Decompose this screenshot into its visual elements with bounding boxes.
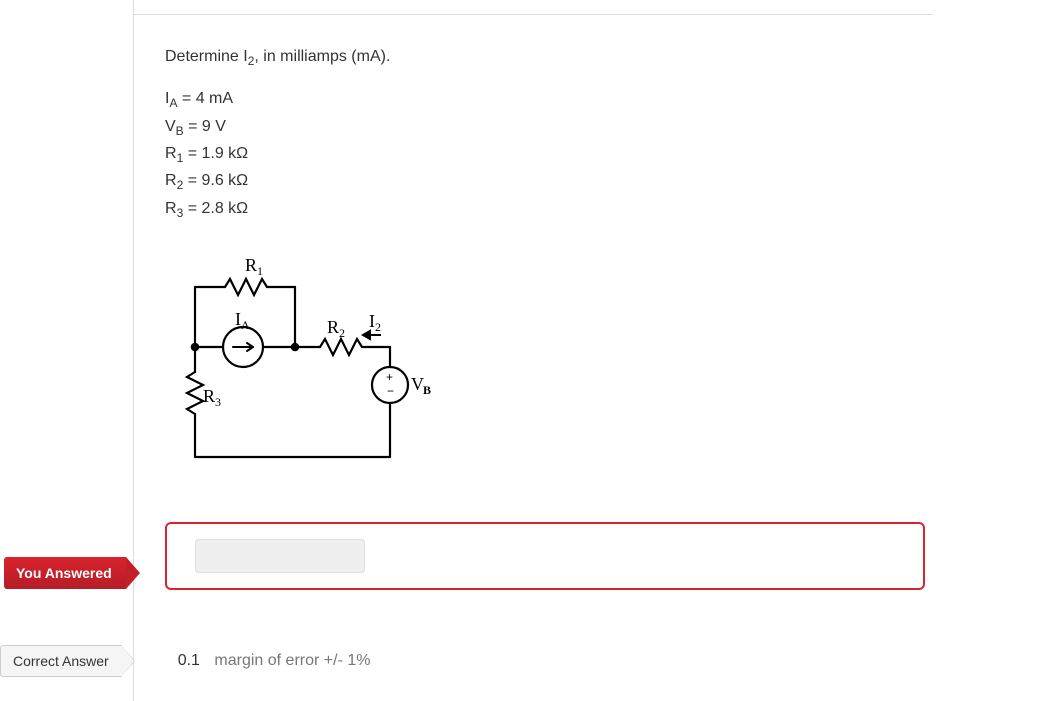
circuit-diagram: R 1 I A R 2 I 2 R 3 V B + − xyxy=(175,247,925,482)
given-r2: R2 = 9.6 kΩ xyxy=(165,168,925,195)
correct-value: 0.1 xyxy=(178,652,200,669)
answer-input[interactable] xyxy=(195,539,365,573)
label-r1: R xyxy=(245,255,257,275)
correct-answer-text: 0.1 margin of error +/- 1% xyxy=(178,652,371,670)
svg-text:A: A xyxy=(241,318,250,332)
svg-text:3: 3 xyxy=(215,395,221,409)
given-r3: R3 = 2.8 kΩ xyxy=(165,196,925,223)
correct-answer-row: Correct Answer 0.1 margin of error +/- 1… xyxy=(0,645,370,677)
given-ia: IA = 4 mA xyxy=(165,86,925,113)
left-divider xyxy=(133,0,134,701)
svg-text:+: + xyxy=(386,370,393,384)
question-prompt: Determine I2, in milliamps (mA). xyxy=(165,48,925,68)
given-values: IA = 4 mA VB = 9 V R1 = 1.9 kΩ R2 = 9.6 … xyxy=(165,86,925,223)
label-r3: R xyxy=(203,386,215,406)
svg-text:−: − xyxy=(387,384,394,398)
svg-text:2: 2 xyxy=(339,326,345,340)
label-r2: R xyxy=(327,317,339,337)
svg-text:1: 1 xyxy=(257,264,263,278)
svg-text:B: B xyxy=(423,383,431,397)
answer-box xyxy=(165,522,925,590)
top-divider xyxy=(133,14,933,15)
correct-answer-badge: Correct Answer xyxy=(0,645,122,677)
you-answered-badge: You Answered xyxy=(4,557,126,589)
question-content: Determine I2, in milliamps (mA). IA = 4 … xyxy=(165,48,925,590)
given-vb: VB = 9 V xyxy=(165,114,925,141)
given-r1: R1 = 1.9 kΩ xyxy=(165,141,925,168)
margin-of-error: margin of error +/- 1% xyxy=(214,652,370,669)
svg-text:2: 2 xyxy=(375,320,381,334)
